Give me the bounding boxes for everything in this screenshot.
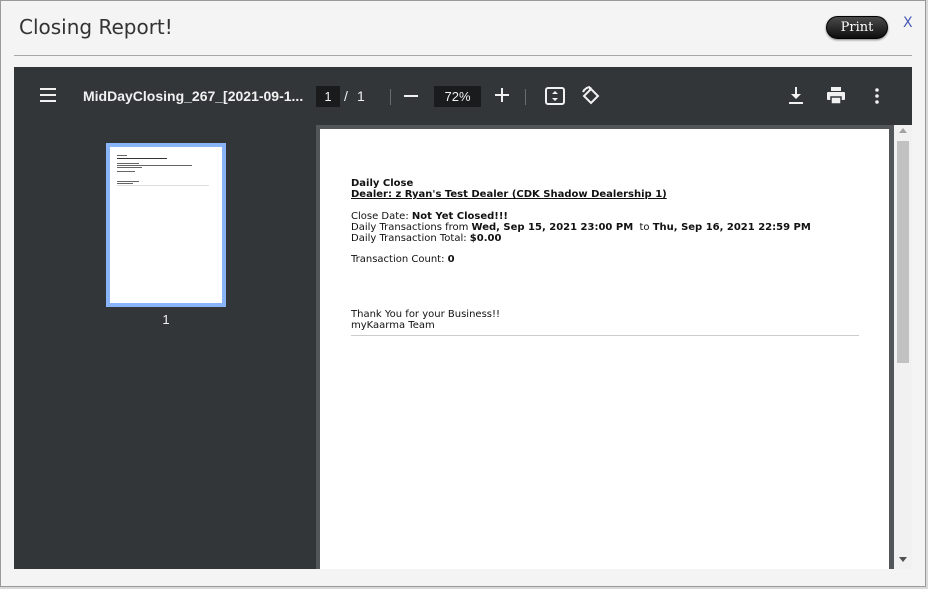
transactions-from-label: Daily Transactions from xyxy=(351,222,472,233)
thumbnail-sidebar: 1 xyxy=(14,125,316,569)
total-label: Daily Transaction Total: xyxy=(351,233,470,244)
transaction-count-row: Transaction Count: 0 xyxy=(351,254,455,265)
thumbnail-text-line xyxy=(117,155,127,156)
transactions-from-value: Wed, Sep 15, 2021 23:00 PM xyxy=(471,222,634,233)
pdf-page: Daily Close Dealer: z Ryan's Test Dealer… xyxy=(320,129,889,569)
footer-rule xyxy=(351,335,859,336)
menu-icon[interactable] xyxy=(40,88,58,102)
toolbar-divider xyxy=(525,89,526,105)
close-date-label: Close Date: xyxy=(351,211,412,222)
thumbnail-text-line xyxy=(117,183,133,184)
page-thumbnail[interactable] xyxy=(106,143,226,307)
vertical-scrollbar[interactable] xyxy=(894,125,912,569)
thumbnail-text-line xyxy=(117,171,135,172)
more-options-icon[interactable] xyxy=(869,86,885,106)
document-title: MidDayClosing_267_[2021-09-1... xyxy=(83,88,304,104)
thanks-text: Thank You for your Business!! xyxy=(351,309,501,320)
team-text: myKaarma Team xyxy=(351,320,435,331)
close-button[interactable]: X xyxy=(903,15,913,31)
thumbnail-text-line xyxy=(117,165,192,166)
thumbnail-rule xyxy=(117,185,209,186)
to-label: to xyxy=(639,222,653,233)
scroll-up-icon[interactable] xyxy=(899,128,907,133)
thumbnail-text-line xyxy=(117,181,139,182)
zoom-level-input[interactable]: 72% xyxy=(434,86,481,107)
closing-report-dialog: Closing Report! Print X MidDayClosing_26… xyxy=(0,0,926,587)
download-icon[interactable] xyxy=(787,86,805,106)
transaction-total-row: Daily Transaction Total: $0.00 xyxy=(351,233,501,244)
pdf-viewer: MidDayClosing_267_[2021-09-1... 1 / 1 72… xyxy=(14,67,912,569)
page-separator: / xyxy=(344,88,348,104)
thumbnail-text-line xyxy=(117,163,139,164)
transactions-to-value: Thu, Sep 16, 2021 22:59 PM xyxy=(652,222,811,233)
zoom-out-icon[interactable] xyxy=(403,85,419,107)
scrollbar-thumb[interactable] xyxy=(897,141,909,363)
scroll-down-icon[interactable] xyxy=(899,557,907,562)
print-button[interactable]: Print xyxy=(826,16,888,39)
close-date-value: Not Yet Closed!!! xyxy=(411,211,508,222)
rotate-icon[interactable] xyxy=(581,86,601,106)
page-number-input[interactable]: 1 xyxy=(316,86,340,107)
zoom-in-icon[interactable] xyxy=(493,84,511,106)
thumbnail-page-number: 1 xyxy=(162,312,170,327)
dialog-title: Closing Report! xyxy=(19,15,173,39)
transactions-range-row: Daily Transactions from Wed, Sep 15, 202… xyxy=(351,222,811,233)
count-label: Transaction Count: xyxy=(351,254,448,265)
count-value: 0 xyxy=(447,254,455,265)
close-date-row: Close Date: Not Yet Closed!!! xyxy=(351,211,508,222)
thumbnail-text-line xyxy=(117,158,167,159)
page-total: 1 xyxy=(357,88,365,104)
report-dealer: Dealer: z Ryan's Test Dealer (CDK Shadow… xyxy=(351,189,667,200)
fit-page-icon[interactable] xyxy=(545,87,565,105)
report-heading: Daily Close xyxy=(351,178,414,189)
pdf-toolbar: MidDayClosing_267_[2021-09-1... 1 / 1 72… xyxy=(14,67,912,125)
header-divider xyxy=(14,55,912,56)
thumbnail-text-line xyxy=(117,167,142,168)
print-icon[interactable] xyxy=(826,87,846,105)
total-value: $0.00 xyxy=(469,233,502,244)
toolbar-divider xyxy=(390,89,391,105)
